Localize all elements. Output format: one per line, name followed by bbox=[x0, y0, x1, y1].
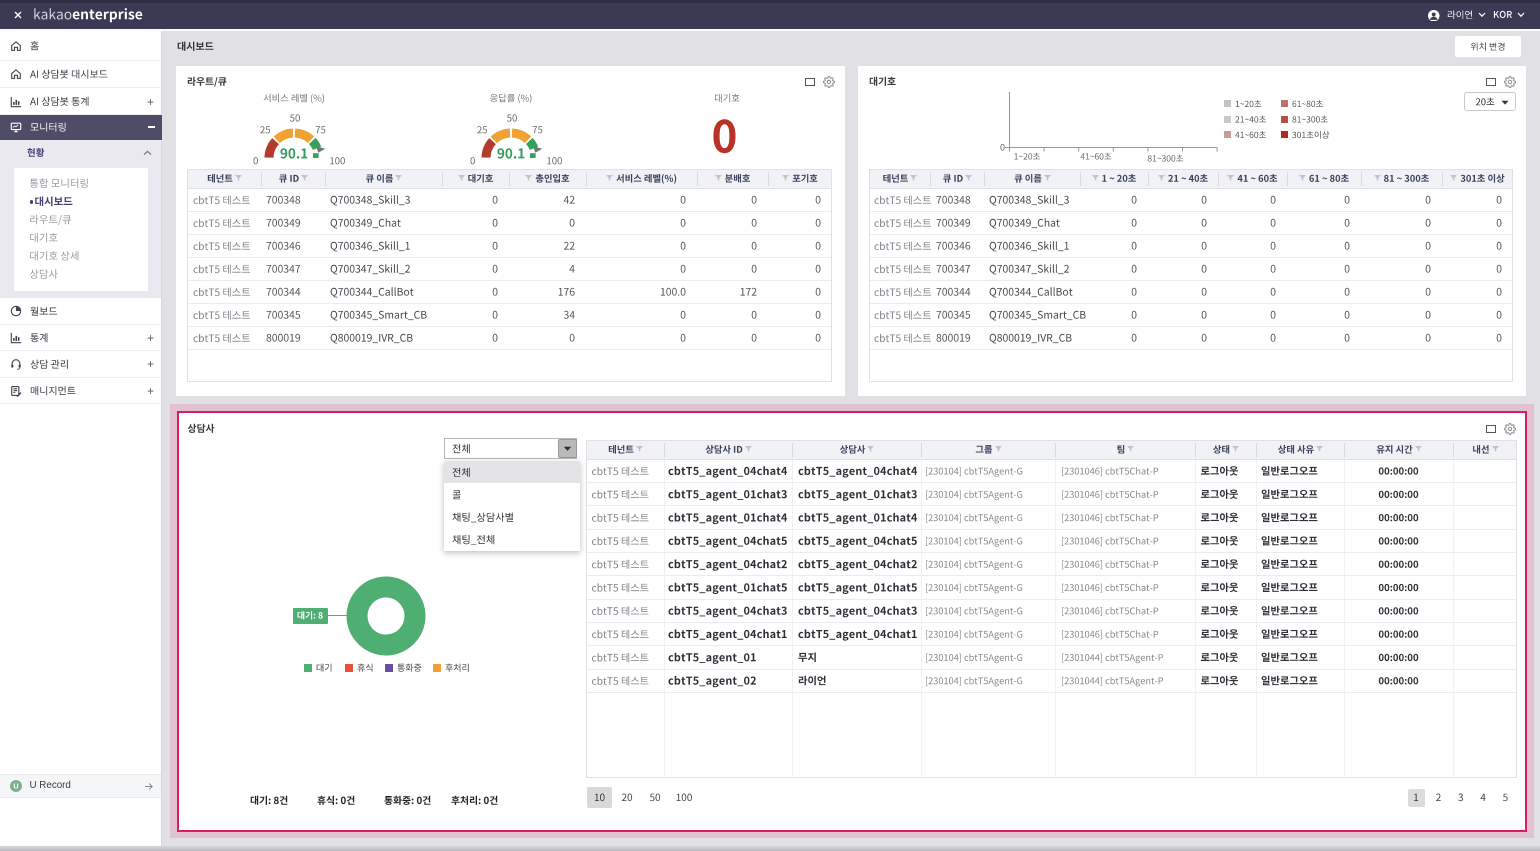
svg-text:U: U bbox=[13, 782, 18, 791]
